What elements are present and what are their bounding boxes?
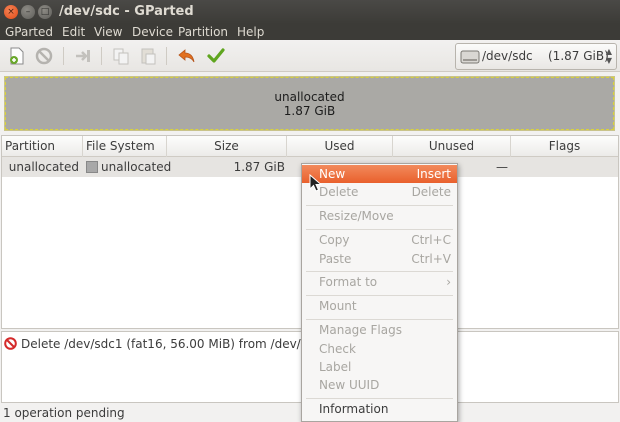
menu-item-format-to[interactable]: Format to › (302, 273, 457, 291)
paste-icon (141, 48, 156, 65)
maximize-icon: □ (40, 7, 50, 17)
menu-item-check[interactable]: Check (302, 340, 457, 358)
minimize-window-button[interactable]: – (21, 5, 35, 19)
column-header-partition[interactable]: Partition (2, 136, 83, 157)
menu-item-accel: Delete (411, 185, 451, 199)
cell-partition: unallocated (8, 160, 79, 174)
device-name: /dev/sdc (482, 49, 533, 63)
delete-partition-button[interactable] (34, 46, 54, 66)
disk-map-label: unallocated (274, 90, 345, 104)
submenu-arrow-icon: › (446, 275, 451, 289)
apply-button[interactable] (206, 46, 226, 66)
close-window-button[interactable]: × (4, 5, 18, 19)
menu-item-label: Check (319, 342, 356, 356)
menu-separator (306, 229, 453, 230)
menu-item-accel: Ctrl+C (411, 233, 451, 247)
cell-size: 1.87 GiB (233, 160, 285, 174)
column-header-used[interactable]: Used (287, 136, 393, 157)
menu-item-manage-flags[interactable]: Manage Flags (302, 321, 457, 339)
paste-button[interactable] (138, 46, 158, 66)
menu-item-new[interactable]: New Insert (302, 165, 457, 183)
menu-item-mount[interactable]: Mount (302, 297, 457, 315)
operation-text: Delete /dev/sdc1 (fat16, 56.00 MiB) from… (21, 337, 322, 351)
harddisk-icon (460, 50, 480, 64)
menu-view[interactable]: View (94, 24, 122, 40)
toolbar-separator (101, 47, 102, 65)
partition-context-menu: New Insert Delete Delete Resize/Move Cop… (301, 163, 458, 422)
menu-item-label: Copy (319, 233, 350, 247)
menu-gparted[interactable]: GParted (5, 24, 53, 40)
device-size: (1.87 GiB) (548, 49, 609, 63)
menu-item-label: Label (319, 360, 352, 374)
delete-icon (35, 47, 53, 65)
menu-item-resize-move[interactable]: Resize/Move (302, 207, 457, 225)
cell-file-system: unallocated (101, 160, 172, 174)
menu-separator (306, 205, 453, 206)
resize-move-button[interactable] (73, 46, 93, 66)
menu-item-delete[interactable]: Delete Delete (302, 183, 457, 201)
column-header-size[interactable]: Size (167, 136, 287, 157)
menu-separator (306, 271, 453, 272)
copy-button[interactable] (111, 46, 131, 66)
status-text: 1 operation pending (3, 406, 125, 420)
menu-separator (306, 295, 453, 296)
menu-item-information[interactable]: Information (302, 400, 457, 418)
menu-item-label: Format to (319, 275, 378, 289)
filesystem-color-swatch (86, 161, 98, 173)
new-partition-button[interactable] (7, 46, 27, 66)
new-partition-icon (10, 47, 24, 65)
copy-icon (113, 48, 129, 65)
disk-map-unallocated[interactable]: unallocated 1.87 GiB (4, 76, 615, 131)
maximize-window-button[interactable]: □ (38, 5, 52, 19)
resize-move-icon (76, 50, 90, 62)
menu-bar: GParted Edit View Device Partition Help (0, 24, 620, 40)
menu-item-label: Manage Flags (319, 323, 402, 337)
device-selector[interactable]: /dev/sdc (1.87 GiB) ▲ ▼ (455, 43, 617, 70)
menu-item-accel: Ctrl+V (411, 252, 451, 266)
menu-item-label: Delete (319, 185, 359, 199)
undo-button[interactable] (177, 46, 197, 66)
apply-icon (207, 48, 225, 63)
disk-map-size: 1.87 GiB (283, 104, 336, 118)
undo-icon (178, 49, 195, 63)
title-bar: × – □ /dev/sdc - GParted (0, 0, 620, 24)
menu-item-label: Resize/Move (319, 209, 394, 223)
menu-item-accel: Insert (416, 167, 451, 181)
menu-item-paste[interactable]: Paste Ctrl+V (302, 250, 457, 268)
minimize-icon: – (25, 7, 31, 17)
menu-help[interactable]: Help (237, 24, 264, 40)
spinner-arrows-icon: ▲ ▼ (605, 47, 612, 65)
column-header-unused[interactable]: Unused (393, 136, 511, 157)
window-title: /dev/sdc - GParted (59, 4, 194, 19)
delete-operation-icon (4, 337, 17, 350)
menu-separator (306, 319, 453, 320)
menu-item-label-fs[interactable]: Label (302, 358, 457, 376)
menu-item-label: Paste (319, 252, 352, 266)
cell-flags (511, 157, 618, 177)
column-header-flags[interactable]: Flags (511, 136, 618, 157)
menu-edit[interactable]: Edit (62, 24, 85, 40)
mouse-cursor-icon (309, 174, 323, 192)
menu-item-label: Information (319, 402, 389, 416)
table-header: Partition File System Size Used Unused F… (2, 136, 618, 157)
menu-partition[interactable]: Partition (178, 24, 228, 40)
menu-item-label: New UUID (319, 378, 380, 392)
menu-item-new-uuid[interactable]: New UUID (302, 376, 457, 394)
close-icon: × (7, 7, 15, 17)
toolbar-separator (63, 47, 64, 65)
toolbar-separator (166, 47, 167, 65)
column-header-file-system[interactable]: File System (83, 136, 167, 157)
menu-device[interactable]: Device (132, 24, 173, 40)
menu-item-copy[interactable]: Copy Ctrl+C (302, 231, 457, 249)
menu-separator (306, 398, 453, 399)
menu-item-label: Mount (319, 299, 357, 313)
